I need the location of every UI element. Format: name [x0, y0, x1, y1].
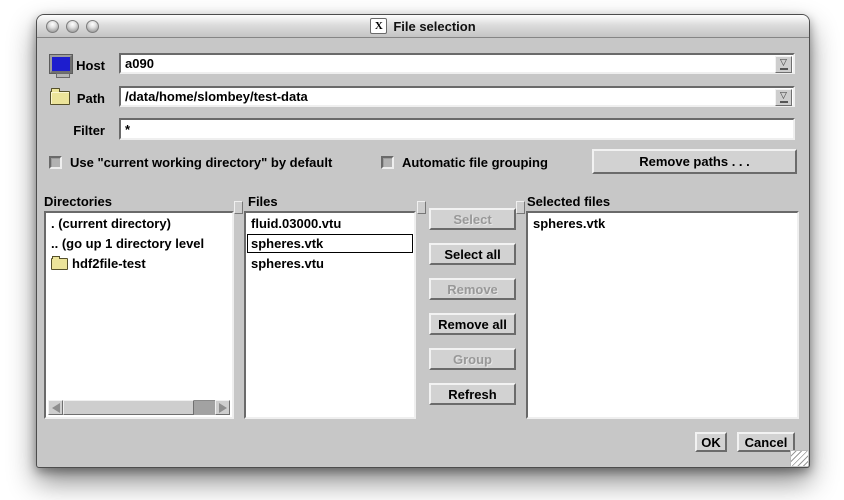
remove-paths-button[interactable]: Remove paths . . .	[592, 149, 797, 174]
host-label: Host	[45, 58, 105, 73]
select-button[interactable]: Select	[429, 208, 516, 230]
directories-horizontal-scrollbar[interactable]	[48, 400, 230, 415]
dropdown-bar-icon	[780, 68, 788, 70]
screenshot: X File selection Host ▽ Path ▽ Filter	[0, 0, 844, 500]
directories-list: . (current directory) .. (go up 1 direct…	[44, 211, 234, 419]
cancel-button[interactable]: Cancel	[737, 432, 795, 452]
list-item[interactable]: hdf2file-test	[47, 254, 231, 273]
list-item[interactable]: fluid.03000.vtu	[247, 214, 413, 233]
selected-files-list: spheres.vtk	[526, 211, 799, 419]
selected-files-pane-label: Selected files	[527, 194, 610, 209]
path-dropdown-button[interactable]: ▽	[775, 89, 792, 106]
auto-grouping-label: Automatic file grouping	[402, 155, 548, 170]
close-button[interactable]	[46, 20, 59, 33]
arrow-right-icon	[219, 403, 227, 413]
ok-button[interactable]: OK	[695, 432, 727, 452]
scroll-right-button[interactable]	[215, 400, 230, 415]
dropdown-bar-icon	[780, 101, 788, 103]
list-item[interactable]: .. (go up 1 directory level	[47, 234, 231, 253]
titlebar[interactable]: X File selection	[37, 15, 809, 38]
scrollbar-track[interactable]	[194, 400, 215, 415]
chevron-down-icon: ▽	[780, 92, 787, 100]
x11-icon: X	[370, 18, 387, 34]
splitter-handle[interactable]	[417, 201, 426, 214]
select-all-button[interactable]: Select all	[429, 243, 516, 265]
file-selection-dialog: X File selection Host ▽ Path ▽ Filter	[36, 14, 810, 468]
cwd-checkbox[interactable]	[49, 156, 62, 169]
splitter-handle[interactable]	[516, 201, 525, 214]
resize-grip[interactable]	[790, 450, 808, 466]
host-field-wrap: ▽	[119, 53, 795, 74]
path-input[interactable]	[121, 88, 793, 105]
window-title: File selection	[393, 19, 475, 34]
remove-all-button[interactable]: Remove all	[429, 313, 516, 335]
auto-grouping-checkbox[interactable]	[381, 156, 394, 169]
chevron-down-icon: ▽	[780, 59, 787, 67]
host-dropdown-button[interactable]: ▽	[775, 56, 792, 73]
filter-field-wrap	[119, 118, 795, 140]
files-pane-label: Files	[248, 194, 278, 209]
filter-input[interactable]	[121, 120, 793, 138]
folder-icon	[51, 258, 68, 270]
path-label: Path	[45, 91, 105, 106]
group-button[interactable]: Group	[429, 348, 516, 370]
refresh-button[interactable]: Refresh	[429, 383, 516, 405]
scroll-left-button[interactable]	[48, 400, 63, 415]
list-item[interactable]: . (current directory)	[47, 214, 231, 233]
directories-pane-label: Directories	[44, 194, 112, 209]
files-list: fluid.03000.vtu spheres.vtk spheres.vtu	[244, 211, 416, 419]
remove-button[interactable]: Remove	[429, 278, 516, 300]
scrollbar-thumb[interactable]	[63, 400, 194, 415]
zoom-button[interactable]	[86, 20, 99, 33]
filter-label: Filter	[45, 123, 105, 138]
arrow-left-icon	[52, 403, 60, 413]
host-input[interactable]	[121, 55, 793, 72]
splitter-handle[interactable]	[234, 201, 243, 214]
cwd-checkbox-label: Use "current working directory" by defau…	[70, 155, 332, 170]
minimize-button[interactable]	[66, 20, 79, 33]
path-field-wrap: ▽	[119, 86, 795, 107]
list-item[interactable]: spheres.vtk	[529, 214, 796, 233]
list-item[interactable]: spheres.vtu	[247, 254, 413, 273]
list-item-current[interactable]: spheres.vtk	[247, 234, 413, 253]
